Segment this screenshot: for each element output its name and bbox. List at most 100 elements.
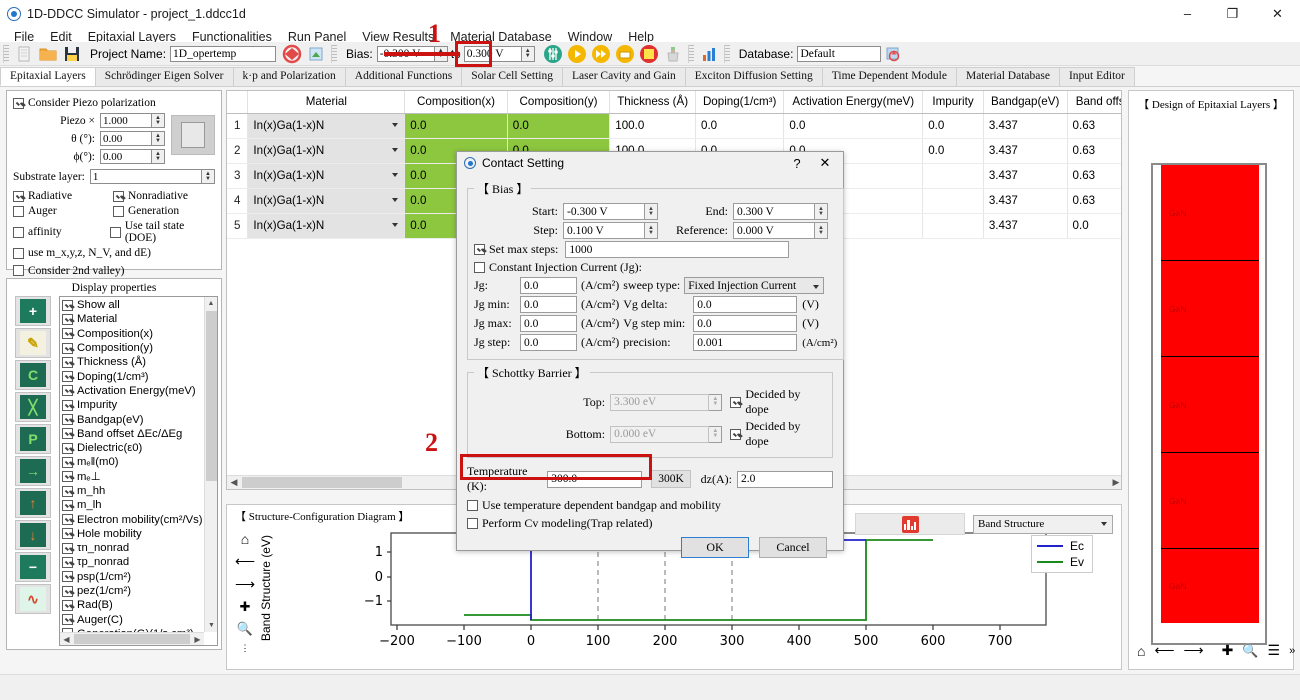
zoom-icon[interactable]: 🔍 <box>1242 643 1258 659</box>
refresh-icon[interactable] <box>282 44 302 64</box>
chevron-down-icon[interactable] <box>392 147 399 152</box>
cell-composition-y[interactable]: 0.0 <box>507 113 611 139</box>
add-layer-icon[interactable]: + <box>15 296 51 326</box>
list-item[interactable]: Activation Energy(meV) <box>62 384 204 398</box>
constant-injection-current-checkbox[interactable]: Constant Injection Current (Jg): <box>474 260 642 275</box>
scrollbar-thumb[interactable] <box>74 634 190 644</box>
column-header-bandgap[interactable]: Bandgap(eV) <box>983 91 1068 114</box>
layer-block[interactable]: GaN <box>1161 165 1259 261</box>
bar-chart-icon[interactable] <box>901 515 919 533</box>
home-icon[interactable]: ⌂ <box>241 531 249 547</box>
layer-block[interactable]: GaN <box>1161 261 1259 357</box>
column-header-doping[interactable]: Doping(1/cm³) <box>695 91 785 114</box>
bias-end-spinner[interactable]: ▲ ▼ <box>521 45 535 62</box>
run-icon[interactable] <box>567 44 587 64</box>
cell-bandgap[interactable]: 3.437 <box>983 188 1068 214</box>
tab-kp-and-polarization[interactable]: k·p and Polarization <box>232 67 346 86</box>
bottom-input[interactable]: 0.000 eV <box>610 425 710 443</box>
top-input[interactable]: 3.300 eV <box>610 393 710 411</box>
cell-impurity[interactable] <box>922 188 984 214</box>
scroll-left-icon[interactable]: ◀ <box>227 477 241 488</box>
dz-input[interactable] <box>737 470 833 488</box>
plot-button-container[interactable] <box>855 513 965 535</box>
save-disk-icon[interactable] <box>62 44 82 64</box>
open-folder-icon[interactable] <box>38 44 58 64</box>
dialog-help-button[interactable]: ? <box>783 152 811 174</box>
decided-by-dope-top-checkbox[interactable]: Decided by dope <box>730 387 826 417</box>
database-refresh-icon[interactable] <box>883 44 903 64</box>
top-spinner[interactable]: ▲ ▼ <box>709 393 723 411</box>
cell-bandgap[interactable]: 3.437 <box>983 213 1068 239</box>
cell-material[interactable]: In(x)Ga(1-x)N <box>247 163 406 189</box>
back-arrow-icon[interactable]: ⟵ <box>1154 642 1174 659</box>
column-header-composition-x[interactable]: Composition(x) <box>404 91 508 114</box>
list-item[interactable]: Composition(x) <box>62 327 204 341</box>
vg-step-min-input[interactable] <box>693 315 798 332</box>
clean-icon[interactable] <box>663 44 683 64</box>
chevron-down-icon[interactable] <box>392 197 399 202</box>
minimize-button[interactable]: – <box>1165 0 1210 28</box>
scroll-right-icon[interactable]: ▶ <box>191 633 204 645</box>
list-item[interactable]: Bandgap(eV) <box>62 412 204 426</box>
cell-bandgap[interactable]: 3.437 <box>983 163 1068 189</box>
step-input[interactable] <box>563 222 645 239</box>
forward-arrow-icon[interactable]: ⟶ <box>1184 642 1204 659</box>
piezo-x-spinner[interactable]: ▲ ▼ <box>152 113 165 128</box>
polarization-preview-icon[interactable] <box>171 115 215 155</box>
cell-composition-x[interactable]: 0.0 <box>404 113 508 139</box>
reference-input[interactable] <box>733 222 815 239</box>
scrollbar-thumb[interactable] <box>242 477 402 488</box>
tab-exciton-diffusion-setting[interactable]: Exciton Diffusion Setting <box>684 67 823 86</box>
ok-button[interactable]: OK <box>681 537 749 558</box>
radiative-checkbox[interactable]: Radiative <box>13 190 113 202</box>
auger-checkbox[interactable]: Auger <box>13 205 113 217</box>
pan-icon[interactable]: ✚ <box>1222 642 1234 659</box>
list-item[interactable]: τp_nonrad <box>62 555 204 569</box>
sweep-type-select[interactable]: Fixed Injection Current <box>684 277 825 294</box>
list-item[interactable]: Material <box>62 312 204 326</box>
column-header-activation-energy[interactable]: Activation Energy(meV) <box>783 91 924 114</box>
move-up-icon[interactable]: ↑ <box>15 488 51 518</box>
list-item[interactable]: τn_nonrad <box>62 541 204 555</box>
cell-material[interactable]: In(x)Ga(1-x)N <box>247 138 406 164</box>
cell-bandgap[interactable]: 3.437 <box>983 113 1068 139</box>
settings-sliders-icon[interactable] <box>543 44 563 64</box>
tab-material-database[interactable]: Material Database <box>955 67 1060 86</box>
jg-max-input[interactable] <box>520 315 577 332</box>
list-item[interactable]: psp(1/cm²) <box>62 570 204 584</box>
scroll-down-icon[interactable]: ▼ <box>205 619 217 632</box>
contact-setting-dialog[interactable]: Contact Setting ? ✕ 【 Bias 】 Start: ▲▼ E… <box>456 151 845 558</box>
use-tail-state-checkbox[interactable]: Use tail state (DOE) <box>109 220 215 244</box>
list-item[interactable]: Composition(y) <box>62 341 204 355</box>
cv-modeling-checkbox[interactable]: Perform Cv modeling(Trap related) <box>467 516 653 531</box>
phi-spinner[interactable]: ▲ ▼ <box>152 149 165 164</box>
scrollbar-thumb[interactable] <box>206 311 217 481</box>
paste-layer-icon[interactable]: P <box>15 424 51 454</box>
use-masses-checkbox[interactable]: use m_x,y,z, N_V, and dE) <box>13 247 151 259</box>
cell-activation-energy[interactable]: 0.0 <box>783 113 924 139</box>
column-header-band-offset[interactable]: Band offset ΔEc/ΔEg <box>1067 91 1121 114</box>
start-input[interactable] <box>563 203 645 220</box>
home-icon[interactable]: ⌂ <box>1137 643 1145 659</box>
move-right-icon[interactable]: → <box>15 456 51 486</box>
nonradiative-checkbox[interactable]: Nonradiative <box>113 190 188 202</box>
tab-laser-cavity-and-gain[interactable]: Laser Cavity and Gain <box>561 67 686 86</box>
column-header-material[interactable]: Material <box>247 91 406 114</box>
database-input[interactable] <box>797 45 882 62</box>
cell-band-offset[interactable]: 0.63 <box>1067 188 1121 214</box>
affinity-checkbox[interactable]: affinity <box>13 220 110 244</box>
precision-input[interactable] <box>693 334 798 351</box>
settings-icon[interactable]: ☰ <box>1268 642 1281 659</box>
vg-delta-input[interactable] <box>693 296 798 313</box>
cell-band-offset[interactable]: 0.63 <box>1067 113 1121 139</box>
forward-arrow-icon[interactable]: ⟶ <box>235 576 255 593</box>
scroll-right-icon[interactable]: ▶ <box>1109 477 1121 488</box>
list-item[interactable]: Hole mobility <box>62 527 204 541</box>
run-fast-icon[interactable] <box>591 44 611 64</box>
dialog-close-button[interactable]: ✕ <box>811 152 839 174</box>
tab-solar-cell-setting[interactable]: Solar Cell Setting <box>461 67 563 86</box>
chart-icon[interactable] <box>699 44 719 64</box>
chevron-down-icon[interactable] <box>392 222 399 227</box>
list-item[interactable]: mₑ‖(m0) <box>62 455 204 469</box>
display-list-vertical-scrollbar[interactable]: ▲ ▼ <box>204 297 217 632</box>
